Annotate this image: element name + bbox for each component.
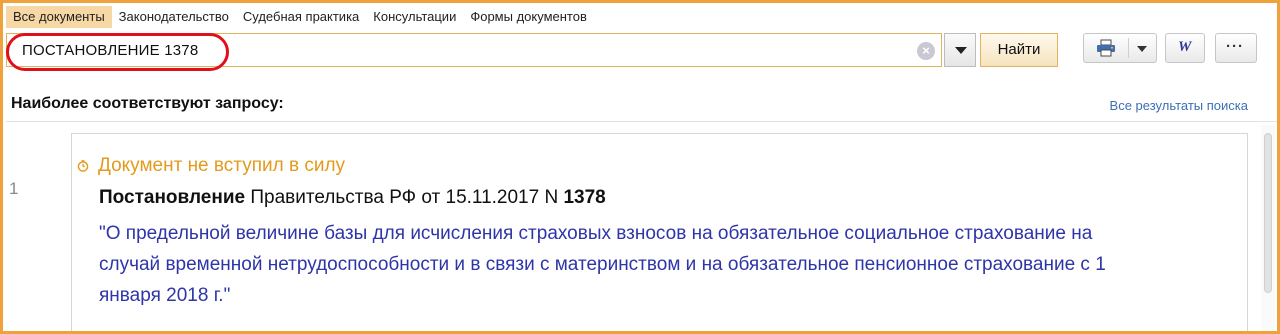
tab-court-practice[interactable]: Судебная практика xyxy=(236,6,366,28)
print-button-separator xyxy=(1128,38,1129,58)
find-button[interactable]: Найти xyxy=(980,33,1058,67)
divider xyxy=(6,121,1277,122)
more-icon: ··· xyxy=(1226,38,1244,55)
scrollbar-thumb[interactable] xyxy=(1264,133,1272,293)
search-query-text: ПОСТАНОВЛЕНИЕ 1378 xyxy=(22,42,199,59)
search-input[interactable]: ПОСТАНОВЛЕНИЕ 1378 × xyxy=(6,33,942,71)
document-type: Постановление xyxy=(99,187,246,208)
status-text: Документ не вступил в силу xyxy=(98,155,346,176)
document-title-link[interactable]: "О предельной величине базы для исчислен… xyxy=(99,218,1119,311)
dropdown-arrow-icon xyxy=(955,47,967,54)
document-status: Документ не вступил в силу xyxy=(77,155,345,177)
chevron-down-icon[interactable] xyxy=(1137,46,1147,52)
tab-legislation[interactable]: Законодательство xyxy=(112,6,236,28)
results-header: Наиболее соответствуют запросу: xyxy=(11,95,284,112)
document-issuer-date: Правительства РФ от 15.11.2017 N xyxy=(245,187,564,208)
tab-consultations[interactable]: Консультации xyxy=(366,6,463,28)
export-word-button[interactable]: W xyxy=(1165,33,1205,63)
result-card[interactable]: Документ не вступил в силу Постановление… xyxy=(71,133,1248,331)
document-number: 1378 xyxy=(563,187,606,208)
tab-all-documents[interactable]: Все документы xyxy=(6,6,112,28)
tab-document-forms[interactable]: Формы документов xyxy=(463,6,594,28)
clock-icon xyxy=(77,160,89,172)
printer-icon xyxy=(1097,39,1115,57)
search-tabs: Все документы Законодательство Судебная … xyxy=(6,6,594,28)
word-icon: W xyxy=(1178,39,1192,55)
print-button[interactable] xyxy=(1083,33,1157,63)
document-reference[interactable]: Постановление Правительства РФ от 15.11.… xyxy=(99,187,606,209)
more-button[interactable]: ··· xyxy=(1215,33,1257,63)
all-results-link[interactable]: Все результаты поиска xyxy=(1110,98,1248,113)
app-frame: Все документы Законодательство Судебная … xyxy=(0,0,1280,334)
result-number: 1 xyxy=(9,179,19,198)
clear-icon[interactable]: × xyxy=(917,42,935,60)
vertical-scrollbar[interactable] xyxy=(1261,125,1275,331)
search-history-dropdown-button[interactable] xyxy=(944,33,976,67)
search-bar: ПОСТАНОВЛЕНИЕ 1378 × Найти W ··· xyxy=(6,30,1277,72)
